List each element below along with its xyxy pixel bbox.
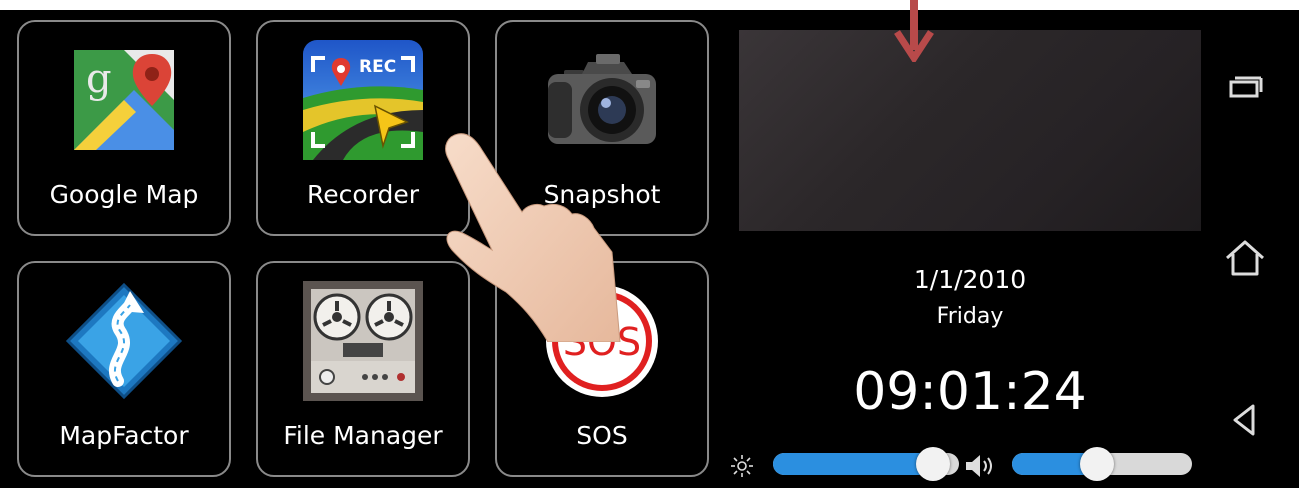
sos-badge: SOS	[563, 320, 641, 364]
volume-slider[interactable]	[1012, 447, 1192, 481]
brightness-slider-thumb[interactable]	[915, 447, 950, 481]
volume-slider-thumb[interactable]	[1079, 447, 1114, 481]
camera-preview[interactable]	[739, 30, 1201, 231]
back-icon[interactable]	[1221, 396, 1269, 444]
camera-icon	[548, 54, 656, 144]
volume-icon	[966, 455, 992, 477]
app-label: Snapshot	[543, 180, 661, 209]
recent-apps-icon[interactable]	[1221, 66, 1269, 114]
brightness-slider-fill	[773, 453, 933, 475]
mapfactor-icon	[65, 282, 183, 400]
app-label: SOS	[576, 421, 628, 450]
app-tile-sos[interactable]: SOS SOS	[495, 261, 709, 477]
recorder-icon: REC	[303, 40, 423, 160]
app-tile-snapshot[interactable]: Snapshot	[495, 20, 709, 236]
app-label: MapFactor	[59, 421, 189, 450]
app-label: File Manager	[283, 421, 443, 450]
reel-tape-icon	[303, 281, 423, 401]
annotation-down-arrow-icon	[894, 0, 934, 62]
home-icon[interactable]	[1221, 234, 1269, 282]
sos-icon: SOS	[546, 285, 658, 397]
rec-badge: REC	[359, 57, 396, 77]
car-launcher-screen: g Google Map REC Recorder Snapshot MapFa…	[0, 10, 1299, 488]
weekday-text: Friday	[936, 304, 1004, 329]
date-text: 1/1/2010	[913, 265, 1027, 294]
app-tile-mapfactor[interactable]: MapFactor	[17, 261, 231, 477]
brightness-slider[interactable]	[773, 447, 959, 481]
app-tile-file-manager[interactable]: File Manager	[256, 261, 470, 477]
app-label: Recorder	[306, 180, 420, 209]
app-tile-google-map[interactable]: g Google Map	[17, 20, 231, 236]
app-tile-recorder[interactable]: REC Recorder	[256, 20, 470, 236]
app-label: Google Map	[49, 180, 199, 209]
svg-text:g: g	[86, 56, 112, 102]
google-maps-icon: g	[74, 50, 174, 150]
clock-text: 09:01:24	[853, 362, 1087, 422]
brightness-icon	[731, 455, 753, 477]
